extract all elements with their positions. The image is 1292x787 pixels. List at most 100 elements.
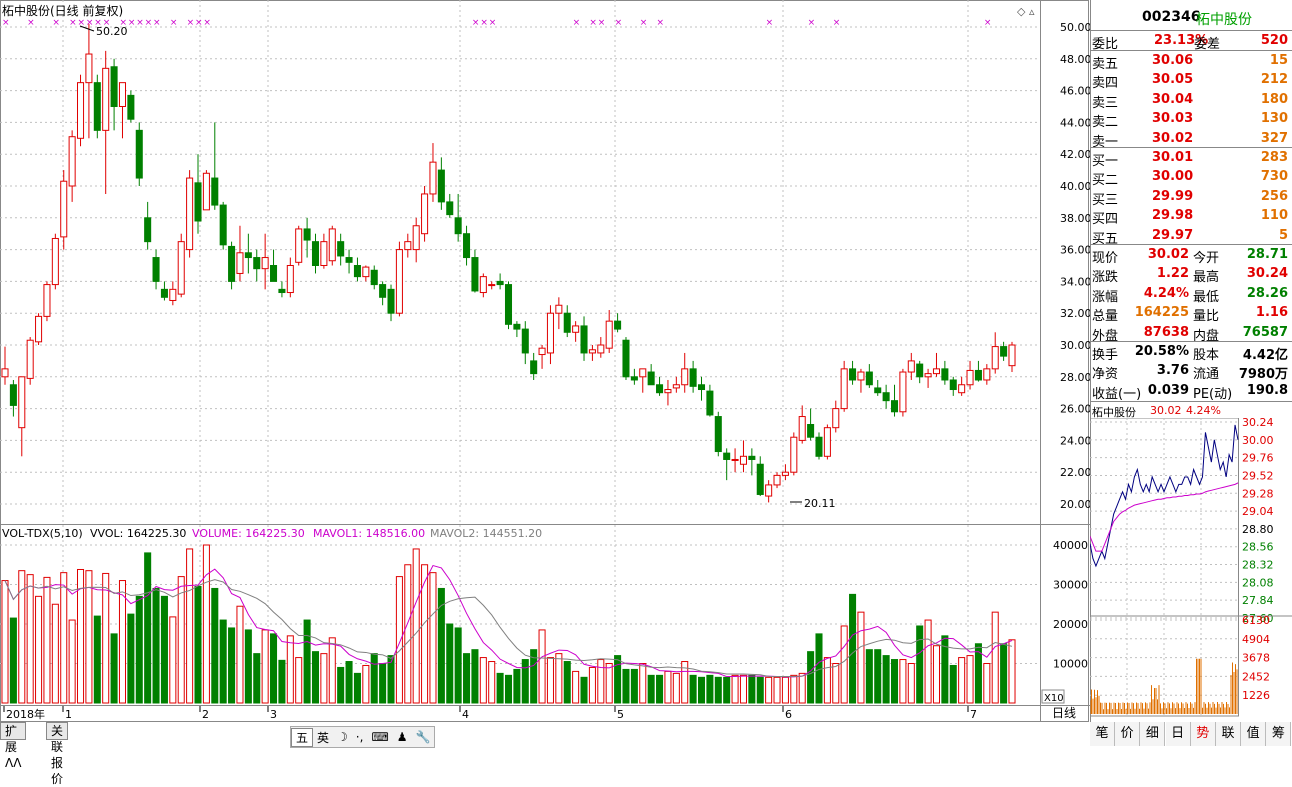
candle-body[interactable] <box>60 180 68 238</box>
volume-bar[interactable] <box>966 655 974 704</box>
candle-body[interactable] <box>588 349 596 354</box>
volume-bar[interactable] <box>286 635 294 704</box>
volume-bar[interactable] <box>840 625 848 704</box>
volume-bar[interactable] <box>421 564 429 704</box>
candle-body[interactable] <box>320 241 328 266</box>
volume-bar[interactable] <box>865 649 873 704</box>
volume-bar[interactable] <box>907 663 915 704</box>
input-mode-english[interactable]: 英 <box>313 729 333 746</box>
candle-body[interactable] <box>530 360 538 375</box>
ask-row[interactable]: 卖五 30.06 15 <box>1090 51 1292 72</box>
candle-body[interactable] <box>974 369 982 381</box>
volume-bar[interactable] <box>924 619 932 704</box>
volume-bar[interactable] <box>639 663 647 704</box>
volume-bar[interactable] <box>697 676 706 704</box>
volume-bar[interactable] <box>85 570 93 704</box>
tab-expand[interactable]: 扩展ΛΛ <box>0 722 27 770</box>
candle-body[interactable] <box>597 344 605 354</box>
volume-bar[interactable] <box>60 572 68 704</box>
candle-body[interactable] <box>68 136 76 187</box>
candlestick-chart[interactable]: × × × × × × × × × × × × × × × × × × × × × × × × × × × × × × 50.0048.0… <box>0 0 1090 747</box>
candle-body[interactable] <box>723 452 731 460</box>
candle-body[interactable] <box>513 323 521 330</box>
volume-bar[interactable] <box>546 657 554 704</box>
volume-bar[interactable] <box>605 663 613 704</box>
candle-body[interactable] <box>756 463 764 495</box>
volume-bar[interactable] <box>672 672 680 704</box>
bid-row[interactable]: 买一 30.01 283 <box>1090 148 1292 169</box>
volume-bar[interactable] <box>454 627 462 704</box>
candle-body[interactable] <box>446 201 454 216</box>
volume-bar[interactable] <box>689 674 697 704</box>
volume-bar[interactable] <box>160 595 168 704</box>
candle-body[interactable] <box>1000 346 1008 357</box>
candle-body[interactable] <box>781 471 789 476</box>
candle-body[interactable] <box>1 368 9 378</box>
input-mode-five[interactable]: 五 <box>291 727 314 747</box>
volume-bar[interactable] <box>588 666 596 704</box>
volume-bar[interactable] <box>253 653 261 704</box>
candle-body[interactable] <box>43 284 51 317</box>
candle-body[interactable] <box>538 347 546 356</box>
candle-body[interactable] <box>144 217 152 243</box>
volume-bar[interactable] <box>916 625 924 704</box>
candle-body[interactable] <box>387 288 395 314</box>
volume-bar[interactable] <box>1008 639 1016 704</box>
volume-bar[interactable] <box>127 613 135 704</box>
candle-body[interactable] <box>664 389 672 394</box>
candle-body[interactable] <box>160 288 168 298</box>
candle-body[interactable] <box>463 233 471 259</box>
candle-body[interactable] <box>135 129 143 179</box>
volume-bar[interactable] <box>815 633 823 704</box>
candle-body[interactable] <box>555 304 563 314</box>
volume-bar[interactable] <box>656 674 664 704</box>
volume-bar[interactable] <box>379 663 387 704</box>
volume-bar[interactable] <box>236 605 244 704</box>
volume-bar[interactable] <box>882 655 890 704</box>
volume-bar[interactable] <box>563 661 571 704</box>
right-tab[interactable]: 值 <box>1241 722 1267 746</box>
candle-body[interactable] <box>823 427 831 457</box>
volume-bar[interactable] <box>110 633 118 704</box>
volume-bar[interactable] <box>521 659 529 704</box>
volume-bar[interactable] <box>496 672 504 704</box>
candle-body[interactable] <box>773 474 781 486</box>
volume-bar[interactable] <box>983 663 991 704</box>
volume-bar[interactable] <box>597 659 605 704</box>
volume-bar[interactable] <box>412 548 420 704</box>
candle-body[interactable] <box>840 368 848 410</box>
volume-bar[interactable] <box>320 653 328 704</box>
user-icon[interactable]: ♟ <box>393 730 412 744</box>
volume-bar[interactable] <box>211 587 219 704</box>
candle-body[interactable] <box>857 371 865 381</box>
candle-body[interactable] <box>807 424 815 438</box>
candle-body[interactable] <box>916 363 924 378</box>
right-tab[interactable]: 日 <box>1165 722 1191 746</box>
candle-body[interactable] <box>614 320 622 330</box>
volume-bar[interactable] <box>102 572 110 704</box>
candle-body[interactable] <box>9 384 17 406</box>
volume-bar[interactable] <box>278 659 286 704</box>
candle-body[interactable] <box>353 265 361 278</box>
bid-row[interactable]: 买四 29.98 110 <box>1090 206 1292 227</box>
volume-bar[interactable] <box>874 649 882 704</box>
volume-bar[interactable] <box>244 629 252 704</box>
volume-bar[interactable] <box>152 587 160 704</box>
right-tab[interactable]: 细 <box>1140 722 1166 746</box>
volume-bar[interactable] <box>68 619 76 704</box>
candle-body[interactable] <box>286 265 294 294</box>
volume-bar[interactable] <box>572 670 580 704</box>
candle-body[interactable] <box>421 193 429 235</box>
right-tab[interactable]: 笔 <box>1090 722 1115 746</box>
candle-body[interactable] <box>395 249 403 314</box>
candle-body[interactable] <box>622 339 630 378</box>
candle-body[interactable] <box>890 400 899 413</box>
volume-bar[interactable] <box>890 659 899 704</box>
volume-bar[interactable] <box>1000 643 1008 704</box>
candle-body[interactable] <box>739 455 747 465</box>
volume-bar[interactable] <box>395 576 403 704</box>
volume-bar[interactable] <box>328 637 336 704</box>
volume-bar[interactable] <box>135 595 143 704</box>
bid-row[interactable]: 买五 29.97 5 <box>1090 226 1292 247</box>
candle-body[interactable] <box>102 67 110 131</box>
